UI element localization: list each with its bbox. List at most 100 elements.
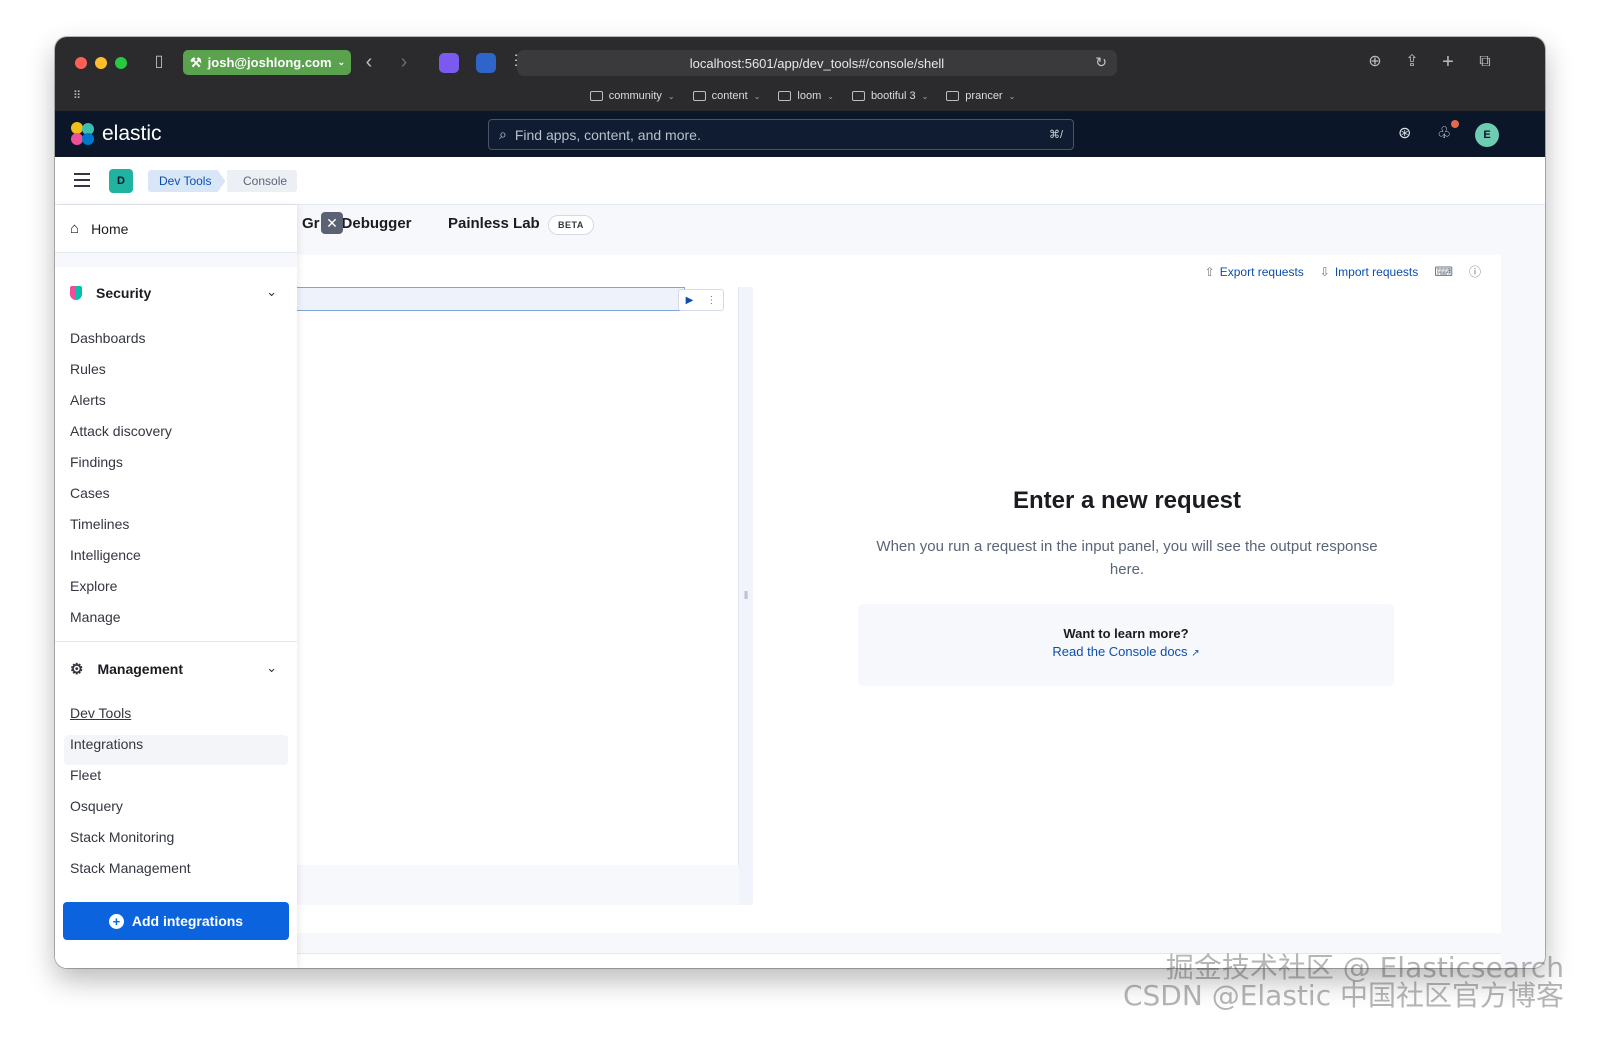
profile-label: josh@joshlong.com (207, 55, 332, 70)
user-avatar[interactable]: E (1475, 123, 1499, 147)
nav-item-fleet[interactable]: Fleet (70, 767, 101, 783)
nav-item-dashboards[interactable]: Dashboards (70, 330, 146, 346)
kibana-header: elastic ⌕ Find apps, content, and more. … (55, 111, 1545, 157)
back-icon[interactable]: ‹ (359, 52, 379, 72)
extension-icon[interactable] (439, 53, 459, 73)
nav-item-findings[interactable]: Findings (70, 454, 123, 470)
console-docs-link[interactable]: Read the Console docs ↗ (858, 644, 1394, 659)
tab-overview-icon[interactable]: ⧉ (1475, 52, 1495, 72)
sidebar-toggle-icon[interactable]: ▯ (149, 52, 169, 72)
breadcrumb-console: Console (227, 170, 298, 192)
request-actions: ▶ ⋮ (678, 289, 724, 311)
close-icon[interactable]: ✕ (321, 212, 343, 234)
chevron-down-icon: ⌄ (1008, 91, 1016, 101)
downloads-icon[interactable]: ⊕ (1365, 52, 1385, 72)
bookmark-folder[interactable]: content ⌄ (692, 85, 760, 107)
folder-icon (851, 91, 865, 101)
keyboard-shortcuts-icon[interactable]: ⌨ (1434, 264, 1453, 280)
nav-item-intelligence[interactable]: Intelligence (70, 547, 141, 563)
bookmark-label: bootiful 3 (870, 90, 916, 102)
nav-group-management[interactable]: ⚙ Management ⌄ (55, 649, 297, 689)
nav-home-label: Home (91, 220, 129, 237)
close-window-button[interactable] (75, 57, 87, 69)
nav-item-rules[interactable]: Rules (70, 361, 106, 377)
search-icon: ⌕ (499, 126, 507, 142)
nav-item-alerts[interactable]: Alerts (70, 392, 106, 408)
nav-item-stack-management[interactable]: Stack Management (70, 860, 191, 876)
chevron-down-icon: ⌄ (266, 284, 277, 299)
nav-home[interactable]: ⌂ Home (55, 205, 297, 253)
folder-icon (946, 91, 960, 101)
bookmark-folder[interactable]: prancer ⌄ (946, 85, 1015, 107)
new-tab-icon[interactable]: + (1438, 52, 1458, 72)
nav-group-security[interactable]: Security ⌄ (55, 273, 297, 313)
chevron-down-icon: ⌄ (667, 91, 675, 101)
export-label: Export requests (1219, 264, 1304, 279)
nav-item-integrations[interactable]: Integrations (70, 736, 143, 752)
output-panel: Enter a new request When you run a reque… (753, 287, 1501, 905)
play-icon[interactable]: ▶ (686, 295, 694, 306)
nav-divider (55, 641, 297, 642)
maximize-window-button[interactable] (115, 57, 127, 69)
output-empty-title: Enter a new request (1012, 487, 1242, 514)
chevron-down-icon: ⌄ (827, 91, 834, 101)
tab-grok-debugger[interactable]: Gr Debugger (302, 215, 412, 232)
bookmark-folder[interactable]: loom ⌄ (778, 85, 834, 107)
more-options-icon[interactable]: ⋮ (706, 295, 716, 306)
console-docs-link-label: Read the Console docs (1052, 644, 1188, 659)
gear-icon: ⚙ (70, 661, 84, 678)
tab-label: Debugger (341, 215, 412, 232)
forward-icon[interactable]: › (394, 52, 414, 72)
chevron-down-icon: ⌄ (337, 57, 346, 67)
breadcrumb-dev-tools[interactable]: Dev Tools (148, 170, 225, 192)
security-shield-icon (70, 286, 82, 300)
global-search-input[interactable]: ⌕ Find apps, content, and more. ⌘/ (488, 119, 1074, 150)
space-badge[interactable]: D (109, 169, 133, 193)
import-requests-button[interactable]: ⇩ Import requests (1320, 265, 1418, 279)
nav-item-osquery[interactable]: Osquery (70, 798, 123, 814)
folder-icon (692, 91, 706, 101)
hammer-icon: ⚒ (190, 54, 202, 70)
add-integrations-button[interactable]: + Add integrations (63, 902, 289, 940)
search-shortcut: ⌘/ (1048, 129, 1063, 141)
nav-separator (55, 253, 297, 267)
nav-item-dev-tools[interactable]: Dev Tools (70, 705, 131, 721)
output-empty-body: When you run a request in the input pane… (876, 538, 1378, 578)
nav-item-manage[interactable]: Manage (70, 609, 121, 625)
chevron-down-icon: ⌄ (266, 660, 277, 675)
help-icon[interactable]: ⓘ (1469, 263, 1481, 280)
chevron-down-icon: ⌄ (921, 91, 929, 101)
bitwarden-extension-icon[interactable] (476, 53, 496, 73)
side-navigation: ⌂ Home Security ⌄ Dashboards Rules Alert… (55, 205, 297, 968)
export-requests-button[interactable]: ⇧ Export requests (1205, 265, 1304, 279)
help-lifebuoy-icon[interactable]: ⊛ (1398, 123, 1411, 143)
add-integrations-label: Add integrations (131, 913, 244, 929)
menu-toggle-icon[interactable] (74, 173, 90, 191)
elastic-logo[interactable]: elastic (71, 122, 162, 146)
nav-item-stack-monitoring[interactable]: Stack Monitoring (70, 829, 174, 845)
breadcrumb-bar: D Dev Tools Console (55, 157, 1545, 205)
bookmark-folder[interactable]: community ⌄ (589, 85, 675, 107)
search-placeholder: Find apps, content, and more. (514, 126, 701, 143)
panel-resizer[interactable]: ‖ (739, 287, 753, 905)
tab-painless-lab[interactable]: Painless Lab (448, 215, 540, 232)
profile-button[interactable]: ⚒ josh@joshlong.com ⌄ (183, 50, 351, 75)
bookmark-label: loom (797, 90, 822, 102)
external-link-icon: ↗ (1191, 648, 1200, 659)
minimize-window-button[interactable] (95, 57, 107, 69)
plus-circle-icon: + (108, 913, 124, 929)
home-icon: ⌂ (70, 220, 80, 237)
bookmark-label: content (711, 90, 748, 102)
bookmark-label: community (608, 90, 662, 102)
bookmarks-bar: community ⌄ content ⌄ loom ⌄ bootiful 3 ⌄ pr… (55, 85, 1545, 107)
nav-item-timelines[interactable]: Timelines (70, 516, 129, 532)
reload-icon[interactable]: ↻ (1095, 54, 1107, 71)
nav-item-attack-discovery[interactable]: Attack discovery (70, 423, 172, 439)
bookmark-folder[interactable]: bootiful 3 ⌄ (851, 85, 929, 107)
news-feed-icon[interactable]: ♧ (1437, 123, 1451, 143)
nav-item-cases[interactable]: Cases (70, 485, 110, 501)
nav-item-explore[interactable]: Explore (70, 578, 117, 594)
browser-window: ▯ ⚒ josh@joshlong.com ⌄ ‹ › ☰ localhost:… (55, 37, 1545, 968)
address-bar[interactable]: localhost:5601/app/dev_tools#/console/sh… (517, 50, 1117, 76)
share-icon[interactable]: ⇪ (1402, 52, 1422, 72)
